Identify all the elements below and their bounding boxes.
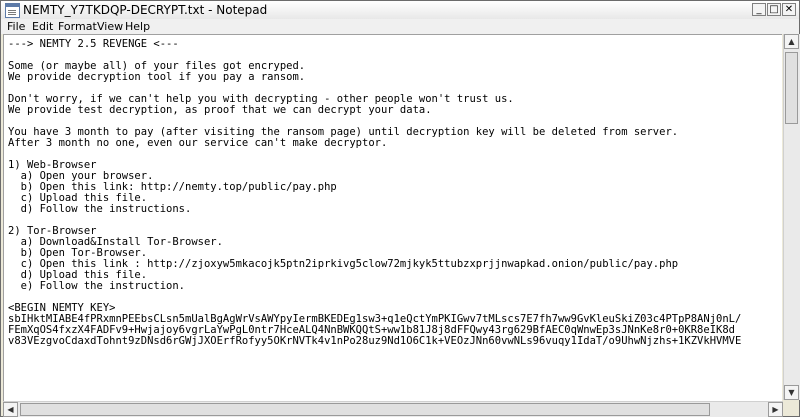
- text-line: After 3 month no one, even our service c…: [8, 137, 388, 149]
- text-line: We provide test decryption, as proof tha…: [8, 104, 432, 116]
- menu-view[interactable]: View: [97, 20, 123, 33]
- menu-edit[interactable]: Edit: [32, 20, 53, 33]
- minimize-button[interactable]: _: [752, 3, 766, 16]
- scroll-right-arrow-icon[interactable]: ▶: [768, 402, 783, 417]
- text-line: v83VEzgvoCdaxdTohnt9zDNsd6rGWjJXOErfRofy…: [8, 335, 742, 347]
- text-line: e) Follow the instruction.: [8, 280, 186, 292]
- text-line: We provide decryption tool if you pay a …: [8, 71, 306, 83]
- scroll-up-arrow-icon[interactable]: ▲: [784, 34, 799, 49]
- window-title: NEMTY_Y7TKDQP-DECRYPT.txt - Notepad: [23, 3, 268, 17]
- maximize-button[interactable]: □: [767, 3, 781, 16]
- text-line: ---> NEMTY 2.5 REVENGE <---: [8, 38, 179, 50]
- menu-file[interactable]: File: [7, 20, 25, 33]
- resize-grip[interactable]: [783, 401, 799, 416]
- notepad-icon: [5, 3, 20, 18]
- title-bar[interactable]: NEMTY_Y7TKDQP-DECRYPT.txt - Notepad _ □ …: [1, 1, 799, 20]
- horizontal-scrollbar[interactable]: ◀ ▶: [3, 401, 783, 417]
- vertical-scroll-thumb[interactable]: [785, 52, 798, 124]
- vertical-scrollbar[interactable]: ▲ ▼: [783, 34, 800, 400]
- menu-help[interactable]: Help: [125, 20, 150, 33]
- text-editor-area[interactable]: ---> NEMTY 2.5 REVENGE <--- Some (or may…: [3, 34, 782, 401]
- scroll-left-arrow-icon[interactable]: ◀: [3, 402, 18, 417]
- notepad-window: NEMTY_Y7TKDQP-DECRYPT.txt - Notepad _ □ …: [0, 0, 800, 417]
- close-button[interactable]: ✕: [782, 3, 796, 16]
- menu-format[interactable]: Format: [58, 20, 97, 33]
- scroll-down-arrow-icon[interactable]: ▼: [784, 385, 799, 400]
- menu-bar: File Edit Format View Help: [1, 19, 799, 34]
- horizontal-scroll-thumb[interactable]: [20, 403, 710, 416]
- text-line: d) Follow the instructions.: [8, 203, 192, 215]
